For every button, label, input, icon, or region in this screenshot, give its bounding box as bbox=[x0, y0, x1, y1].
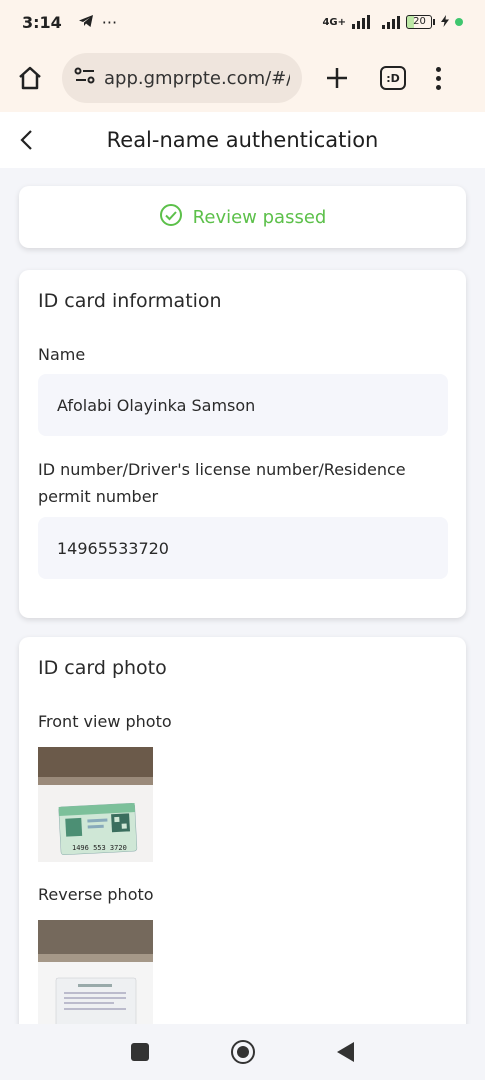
chevron-left-icon[interactable] bbox=[14, 126, 38, 154]
status-bar: 3:14 ··· 4G+ 20 bbox=[0, 0, 485, 44]
status-time: 3:14 bbox=[22, 12, 62, 32]
telegram-icon bbox=[78, 13, 94, 32]
review-status-text: Review passed bbox=[192, 206, 327, 228]
new-tab-icon[interactable] bbox=[322, 63, 352, 93]
recents-icon[interactable] bbox=[131, 1043, 149, 1061]
charging-icon bbox=[441, 14, 449, 30]
name-value: Afolabi Olayinka Samson bbox=[57, 395, 256, 415]
id-info-title: ID card information bbox=[38, 290, 222, 312]
signal-icon-2 bbox=[382, 15, 400, 29]
id-photo-card: ID card photo Front view photo 1496 553 … bbox=[19, 637, 466, 1057]
battery-icon: 20 bbox=[406, 15, 435, 29]
check-circle-icon bbox=[159, 203, 183, 231]
site-settings-icon[interactable] bbox=[74, 67, 96, 89]
indicator-dot bbox=[455, 18, 463, 26]
home-icon[interactable] bbox=[12, 60, 48, 96]
browser-toolbar: app.gmprpte.com/#/pag :D bbox=[0, 44, 485, 112]
page-header: Real-name authentication bbox=[0, 112, 485, 168]
id-info-card: ID card information Name Afolabi Olayink… bbox=[19, 270, 466, 618]
address-bar[interactable]: app.gmprpte.com/#/pag bbox=[62, 53, 302, 103]
battery-level: 20 bbox=[406, 15, 432, 29]
id-number-field[interactable]: 14965533720 bbox=[38, 517, 448, 579]
tabs-icon[interactable]: :D bbox=[380, 66, 406, 90]
front-card-digits: 1496 553 3720 bbox=[72, 844, 127, 852]
front-photo-thumbnail[interactable]: 1496 553 3720 bbox=[38, 747, 153, 862]
name-field[interactable]: Afolabi Olayinka Samson bbox=[38, 374, 448, 436]
page-title: Real-name authentication bbox=[106, 128, 379, 152]
reverse-photo-thumbnail[interactable] bbox=[38, 920, 153, 1035]
more-icon[interactable] bbox=[436, 66, 441, 90]
id-number-value: 14965533720 bbox=[57, 538, 169, 558]
url-text: app.gmprpte.com/#/pag bbox=[104, 67, 290, 89]
id-number-label: ID number/Driver's license number/Reside… bbox=[38, 460, 406, 506]
tabs-count: :D bbox=[386, 71, 400, 85]
reverse-photo-label: Reverse photo bbox=[38, 885, 154, 904]
front-photo-label: Front view photo bbox=[38, 712, 172, 731]
id-photo-title: ID card photo bbox=[38, 657, 167, 679]
name-label: Name bbox=[38, 345, 86, 364]
home-button-icon[interactable] bbox=[231, 1040, 255, 1064]
status-overflow: ··· bbox=[101, 12, 118, 32]
back-icon[interactable] bbox=[337, 1042, 354, 1062]
system-nav-bar bbox=[0, 1024, 485, 1080]
network-type: 4G+ bbox=[322, 16, 346, 28]
review-status-card: Review passed bbox=[19, 186, 466, 248]
signal-icon bbox=[352, 15, 370, 29]
